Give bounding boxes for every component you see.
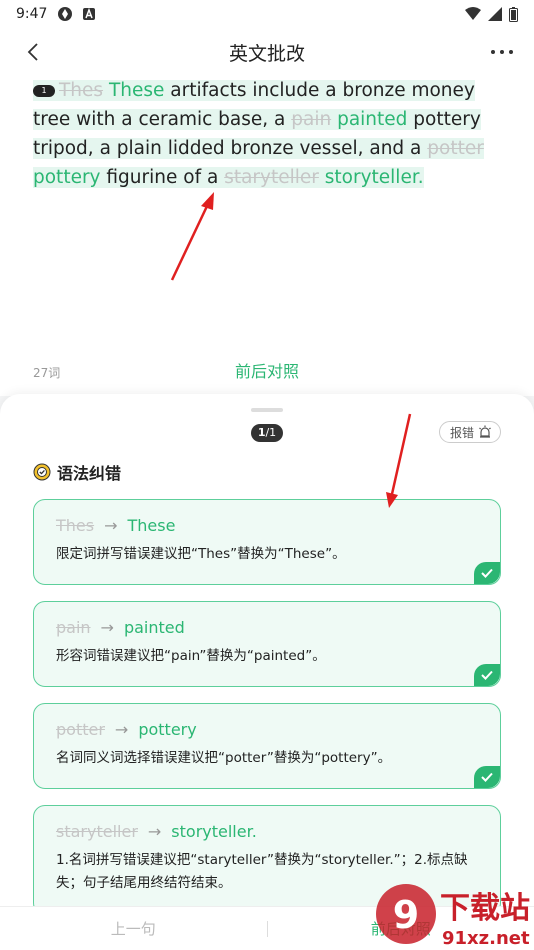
svg-text:下载站: 下载站 [440, 891, 530, 926]
correction-description: 限定词拼写错误建议把“Thes”替换为“These”。 [56, 546, 346, 562]
corrected-word: storyteller. [171, 822, 257, 841]
alarm-icon [479, 425, 491, 438]
app-notification-icon [58, 7, 73, 21]
page-title: 英文批改 [228, 42, 305, 65]
highlighted-sentence[interactable]: 1 Thes These artifacts include a bronze m… [33, 80, 484, 188]
correction-sheet: 1/1 报错 语法纠错 Thes → These 限定词拼写错误建议把“Thes… [0, 394, 534, 950]
text-notification-icon [83, 7, 96, 20]
status-bar: 9:47 [0, 0, 534, 28]
inserted-word: storyteller. [324, 167, 424, 188]
back-arrow-icon[interactable] [22, 40, 46, 64]
correction-description: 形容词错误建议把“pain”替换为“painted”。 [56, 648, 326, 664]
inserted-word: These [108, 80, 165, 101]
site-watermark-logo: 9 下载站 91xz.net [376, 884, 530, 949]
arrow-right-icon: → [100, 618, 114, 637]
correction-line: staryteller → storyteller. [56, 822, 478, 841]
sheet-drag-handle[interactable] [251, 408, 283, 412]
page-indicator: 1/1 [251, 424, 283, 442]
grammar-check-icon [33, 463, 51, 481]
deleted-word: potter [427, 138, 484, 159]
correction-list: Thes → These 限定词拼写错误建议把“Thes”替换为“These”。… [33, 499, 501, 931]
sentence-number-badge: 1 [33, 85, 55, 97]
correction-card[interactable]: potter → pottery 名词同义词选择错误建议把“potter”替换为… [33, 703, 501, 789]
correction-card[interactable]: Thes → These 限定词拼写错误建议把“Thes”替换为“These”。 [33, 499, 501, 585]
deleted-word: pain [291, 109, 332, 130]
top-bar: 英文批改 [0, 28, 534, 76]
correction-line: potter → pottery [56, 720, 478, 739]
correction-card[interactable]: pain → painted 形容词错误建议把“pain”替换为“painted… [33, 601, 501, 687]
deleted-word: staryteller [224, 167, 319, 188]
arrow-right-icon: → [114, 720, 129, 739]
wifi-icon [465, 7, 481, 20]
essay-text: 1 Thes These artifacts include a bronze m… [33, 76, 503, 192]
inserted-word: pottery [33, 167, 101, 188]
compare-link[interactable]: 前后对照 [235, 362, 299, 381]
more-options-icon[interactable] [488, 40, 516, 64]
section-title: 语法纠错 [33, 460, 121, 484]
signal-icon [488, 7, 502, 21]
svg-text:91xz.net: 91xz.net [442, 928, 530, 949]
arrow-right-icon: → [147, 822, 162, 841]
original-word: pain [56, 618, 91, 637]
original-word: Thes [56, 516, 95, 535]
corrected-word: painted [123, 618, 185, 637]
essay-area: 1 Thes These artifacts include a bronze m… [0, 76, 534, 396]
report-error-label: 报错 [449, 425, 474, 440]
check-icon [474, 766, 500, 788]
original-word: potter [56, 720, 105, 739]
report-error-button[interactable]: 报错 [438, 421, 501, 443]
correction-line: pain → painted [56, 618, 478, 637]
correction-line: Thes → These [56, 516, 478, 535]
inserted-word: painted [337, 109, 408, 130]
check-icon [474, 664, 500, 686]
corrected-word: These [127, 516, 176, 535]
compare-link-container: 前后对照 [0, 358, 534, 382]
battery-icon [509, 6, 518, 22]
deleted-word: Thes [59, 80, 104, 101]
svg-text:9: 9 [393, 893, 419, 937]
page-total: /1 [265, 426, 277, 439]
correction-description: 名词同义词选择错误建议把“potter”替换为“pottery”。 [56, 750, 392, 766]
essay-segment: figurine of a [100, 167, 225, 188]
check-icon [474, 562, 500, 584]
section-title-label: 语法纠错 [57, 464, 122, 483]
corrected-word: pottery [138, 720, 197, 739]
previous-sentence-button[interactable]: 上一句 [0, 907, 267, 950]
status-time: 9:47 [16, 6, 48, 22]
original-word: staryteller [56, 822, 138, 841]
arrow-right-icon: → [104, 516, 118, 535]
